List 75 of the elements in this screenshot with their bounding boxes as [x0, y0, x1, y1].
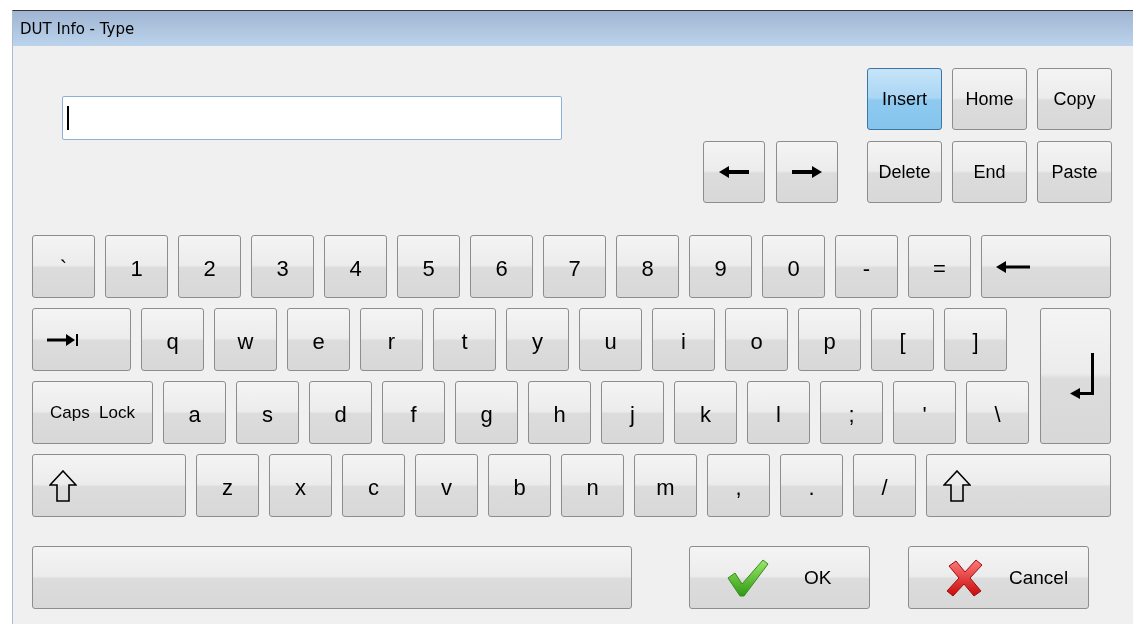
left-arrow-icon: [719, 166, 749, 178]
keyboard-key[interactable]: `: [32, 235, 95, 298]
keyboard-key[interactable]: c: [342, 454, 405, 517]
keyboard-key[interactable]: b: [488, 454, 551, 517]
caps-lock-key[interactable]: Caps Lock: [32, 381, 153, 444]
window-title: DUT Info - Type: [20, 19, 135, 38]
keyboard-key[interactable]: h: [528, 381, 591, 444]
shift-key[interactable]: [926, 454, 1111, 517]
keyboard-key[interactable]: o: [725, 308, 788, 371]
keyboard-key[interactable]: 0: [762, 235, 825, 298]
shift-icon: [943, 469, 971, 502]
backspace-icon: [996, 260, 1030, 273]
edit-key[interactable]: End: [952, 141, 1027, 203]
keyboard-key[interactable]: e: [287, 308, 350, 371]
keyboard-key[interactable]: f: [382, 381, 445, 444]
left-arrow-key[interactable]: [703, 141, 765, 203]
ok-button[interactable]: OK: [689, 546, 870, 609]
edit-key[interactable]: Insert: [867, 68, 942, 130]
keyboard-key[interactable]: l: [747, 381, 810, 444]
keyboard-key[interactable]: s: [236, 381, 299, 444]
shift-key[interactable]: [32, 454, 186, 517]
edit-key[interactable]: Delete: [867, 141, 942, 203]
keyboard-key[interactable]: 8: [616, 235, 679, 298]
keyboard-key[interactable]: 4: [324, 235, 387, 298]
keyboard-key[interactable]: ;: [820, 381, 883, 444]
tab-key[interactable]: [32, 308, 131, 371]
enter-key[interactable]: [1040, 308, 1111, 444]
keyboard-key[interactable]: [: [871, 308, 934, 371]
keyboard-key[interactable]: m: [634, 454, 697, 517]
cancel-button[interactable]: Cancel: [908, 546, 1089, 609]
keyboard-key[interactable]: 2: [178, 235, 241, 298]
keyboard-key[interactable]: ,: [707, 454, 770, 517]
keyboard-key[interactable]: q: [141, 308, 204, 371]
keyboard-key[interactable]: /: [853, 454, 916, 517]
keyboard-key[interactable]: v: [415, 454, 478, 517]
keyboard-key[interactable]: k: [674, 381, 737, 444]
keyboard-key[interactable]: j: [601, 381, 664, 444]
edit-key[interactable]: Home: [952, 68, 1027, 130]
enter-icon: [1070, 353, 1096, 399]
keyboard-key[interactable]: ]: [944, 308, 1007, 371]
keyboard-key[interactable]: 6: [470, 235, 533, 298]
keyboard-key[interactable]: ': [893, 381, 956, 444]
keyboard-key[interactable]: z: [196, 454, 259, 517]
keyboard-key[interactable]: d: [309, 381, 372, 444]
edit-key[interactable]: Paste: [1037, 141, 1112, 203]
keyboard-key[interactable]: r: [360, 308, 423, 371]
keyboard-key[interactable]: a: [163, 381, 226, 444]
keyboard-key[interactable]: p: [798, 308, 861, 371]
keyboard-key[interactable]: i: [652, 308, 715, 371]
keyboard-key[interactable]: g: [455, 381, 518, 444]
cross-icon: [945, 557, 985, 598]
keyboard-key[interactable]: -: [835, 235, 898, 298]
shift-icon: [49, 469, 77, 502]
keyboard-key[interactable]: t: [433, 308, 496, 371]
keyboard-key[interactable]: .: [780, 454, 843, 517]
keyboard-key[interactable]: \: [966, 381, 1029, 444]
keyboard-key[interactable]: u: [579, 308, 642, 371]
keyboard-key[interactable]: 5: [397, 235, 460, 298]
keyboard-key[interactable]: 3: [251, 235, 314, 298]
tab-icon: [47, 332, 79, 347]
right-arrow-icon: [792, 166, 822, 178]
keyboard-key[interactable]: =: [908, 235, 971, 298]
keyboard-key[interactable]: y: [506, 308, 569, 371]
space-bar[interactable]: [32, 546, 632, 609]
backspace-key[interactable]: [981, 235, 1111, 298]
keyboard-key[interactable]: 7: [543, 235, 606, 298]
text-field[interactable]: [62, 96, 562, 140]
edit-key[interactable]: Copy: [1037, 68, 1112, 130]
keyboard-key[interactable]: 1: [105, 235, 168, 298]
check-icon: [726, 557, 770, 598]
keyboard-key[interactable]: 9: [689, 235, 752, 298]
keyboard-key[interactable]: n: [561, 454, 624, 517]
keyboard-key[interactable]: x: [269, 454, 332, 517]
right-arrow-key[interactable]: [776, 141, 838, 203]
keyboard-key[interactable]: w: [214, 308, 277, 371]
